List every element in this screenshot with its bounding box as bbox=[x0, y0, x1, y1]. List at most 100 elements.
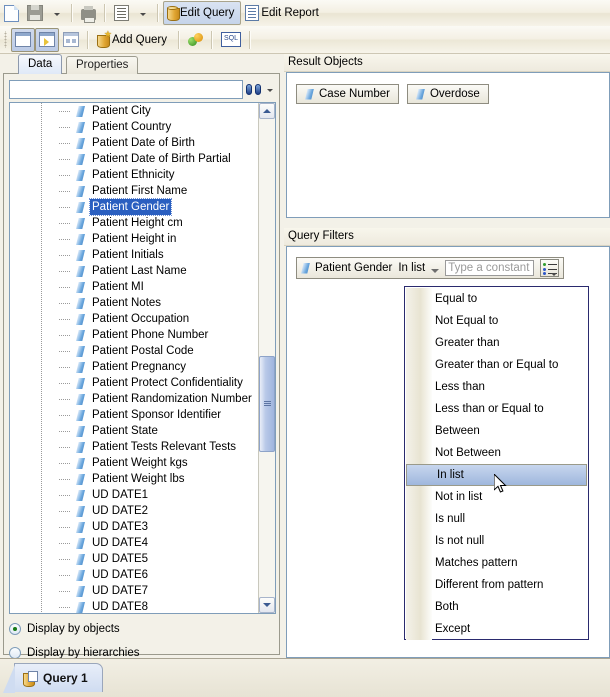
operator-dropdown-menu[interactable]: Equal to Not Equal to Greater than Greater … bbox=[404, 286, 589, 640]
tree-item[interactable]: Patient State bbox=[10, 423, 260, 439]
scrollbar-grip-icon bbox=[264, 401, 271, 402]
search-options-button[interactable] bbox=[263, 80, 276, 99]
menu-item[interactable]: Is null bbox=[405, 508, 588, 530]
page-setup-button[interactable] bbox=[110, 1, 133, 25]
objects-tree[interactable]: Patient City Patient Country Patient Date … bbox=[9, 102, 276, 614]
tree-item[interactable]: Patient Pregnancy bbox=[10, 359, 260, 375]
tree-item[interactable]: UD DATE7 bbox=[10, 583, 260, 599]
tree-item[interactable]: UD DATE8 bbox=[10, 599, 260, 613]
new-document-button[interactable] bbox=[0, 1, 23, 25]
tree-vertical-scrollbar[interactable] bbox=[258, 103, 275, 613]
tab-properties[interactable]: Properties bbox=[66, 56, 139, 74]
tree-item[interactable]: Patient Sponsor Identifier bbox=[10, 407, 260, 423]
scroll-down-button[interactable] bbox=[259, 597, 275, 613]
tree-connector-icon bbox=[59, 175, 71, 176]
edit-query-button[interactable]: Edit Query bbox=[163, 1, 242, 25]
tree-item[interactable]: Patient Last Name bbox=[10, 263, 260, 279]
tree-item[interactable]: Patient Occupation bbox=[10, 311, 260, 327]
toolbar-separator bbox=[71, 4, 73, 22]
toggle-panel-button[interactable] bbox=[11, 27, 35, 52]
tree-item[interactable]: UD DATE1 bbox=[10, 487, 260, 503]
tree-item[interactable]: UD DATE4 bbox=[10, 535, 260, 551]
filter-value-list-button[interactable] bbox=[540, 259, 559, 277]
menu-item[interactable]: Not Equal to bbox=[405, 310, 588, 332]
menu-item[interactable]: Is not null bbox=[405, 530, 588, 552]
menu-item[interactable]: Except bbox=[405, 618, 588, 640]
tree-item[interactable]: Patient Date of Birth Partial bbox=[10, 151, 260, 167]
toggle-filter-panel-button[interactable] bbox=[35, 27, 59, 52]
tree-item[interactable]: Patient Randomization Number bbox=[10, 391, 260, 407]
menu-item[interactable]: Not in list bbox=[405, 486, 588, 508]
tree-item[interactable]: Patient Protect Confidentiality bbox=[10, 375, 260, 391]
add-query-button[interactable]: Add Query bbox=[93, 28, 174, 52]
menu-item[interactable]: Less than or Equal to bbox=[405, 398, 588, 420]
tree-item[interactable]: Patient Gender bbox=[10, 198, 260, 216]
tree-item[interactable]: Patient Date of Birth bbox=[10, 135, 260, 151]
result-object-chip[interactable]: Overdose bbox=[406, 84, 489, 104]
filter-value-input[interactable]: Type a constant bbox=[445, 260, 534, 276]
save-dropdown-button[interactable] bbox=[47, 1, 67, 25]
menu-item[interactable]: In list bbox=[406, 464, 587, 486]
scope-of-analysis-button[interactable] bbox=[184, 28, 207, 52]
view-sql-button[interactable]: SQL bbox=[217, 28, 245, 52]
result-object-chip[interactable]: Case Number bbox=[296, 84, 399, 104]
menu-item[interactable]: Equal to bbox=[405, 288, 588, 310]
list-dot-icon bbox=[543, 268, 546, 271]
menu-item-label: Greater than bbox=[435, 337, 500, 349]
tree-item[interactable]: Patient Phone Number bbox=[10, 327, 260, 343]
menu-item[interactable]: Not Between bbox=[405, 442, 588, 464]
tree-item-label: Patient Weight kgs bbox=[92, 457, 188, 469]
tree-item[interactable]: Patient Height in bbox=[10, 231, 260, 247]
scroll-up-button[interactable] bbox=[259, 103, 275, 119]
menu-item-label: Not Between bbox=[435, 447, 501, 459]
menu-item-label: Not Equal to bbox=[435, 315, 499, 327]
radio-display-by-objects[interactable]: Display by objects bbox=[9, 619, 276, 639]
tree-item[interactable]: Patient Initials bbox=[10, 247, 260, 263]
menu-item[interactable]: Matches pattern bbox=[405, 552, 588, 574]
result-objects-dropzone[interactable]: Case Number Overdose bbox=[286, 72, 610, 218]
tree-item[interactable]: Patient Weight kgs bbox=[10, 455, 260, 471]
tree-item[interactable]: UD DATE3 bbox=[10, 519, 260, 535]
tree-item[interactable]: Patient Height cm bbox=[10, 215, 260, 231]
tree-item[interactable]: Patient Weight lbs bbox=[10, 471, 260, 487]
tree-item-label: Patient Randomization Number bbox=[92, 393, 252, 405]
tree-item[interactable]: Patient Ethnicity bbox=[10, 167, 260, 183]
edit-report-button[interactable]: Edit Report bbox=[241, 1, 326, 25]
search-button[interactable] bbox=[243, 80, 263, 99]
tree-item[interactable]: UD DATE6 bbox=[10, 567, 260, 583]
search-input[interactable] bbox=[9, 79, 243, 99]
tree-item[interactable]: Patient Notes bbox=[10, 295, 260, 311]
print-button[interactable] bbox=[77, 1, 100, 25]
tree-item[interactable]: Patient City bbox=[10, 103, 260, 119]
menu-item[interactable]: Between bbox=[405, 420, 588, 442]
menu-item-label: Matches pattern bbox=[435, 557, 518, 569]
operator-dropdown-icon[interactable] bbox=[431, 268, 440, 273]
menu-item[interactable]: Greater than bbox=[405, 332, 588, 354]
scrollbar-thumb[interactable] bbox=[259, 356, 275, 452]
page-setup-dropdown-button[interactable] bbox=[133, 1, 153, 25]
tree-item[interactable]: Patient Postal Code bbox=[10, 343, 260, 359]
tree-item[interactable]: Patient Tests Relevant Tests bbox=[10, 439, 260, 455]
tab-data[interactable]: Data bbox=[18, 54, 63, 74]
menu-item[interactable]: Greater than or Equal to bbox=[405, 354, 588, 376]
tree-item-label: Patient Phone Number bbox=[92, 329, 209, 341]
filter-operator-label[interactable]: In list bbox=[398, 262, 425, 274]
menu-item[interactable]: Both bbox=[405, 596, 588, 618]
chevron-up-icon bbox=[263, 109, 271, 113]
tree-item[interactable]: UD DATE5 bbox=[10, 551, 260, 567]
toggle-preview-panel-button[interactable] bbox=[59, 28, 83, 52]
menu-item[interactable]: Less than bbox=[405, 376, 588, 398]
toolbar-gripper[interactable] bbox=[4, 31, 8, 48]
menu-item-label: In list bbox=[437, 469, 464, 481]
query-filter-row[interactable]: Patient Gender In list Type a constant bbox=[296, 257, 564, 279]
menu-item[interactable]: Different from pattern bbox=[405, 574, 588, 596]
tree-item[interactable]: UD DATE2 bbox=[10, 503, 260, 519]
save-button[interactable] bbox=[23, 1, 47, 25]
tree-item[interactable]: Patient Country bbox=[10, 119, 260, 135]
bottom-tab-query1[interactable]: Query 1 bbox=[3, 663, 103, 693]
menu-item-label: Is null bbox=[435, 513, 466, 525]
dimension-object-icon bbox=[76, 378, 85, 389]
tree-item[interactable]: Patient First Name bbox=[10, 183, 260, 199]
tree-item-label: UD DATE4 bbox=[92, 537, 149, 549]
tree-item[interactable]: Patient MI bbox=[10, 279, 260, 295]
